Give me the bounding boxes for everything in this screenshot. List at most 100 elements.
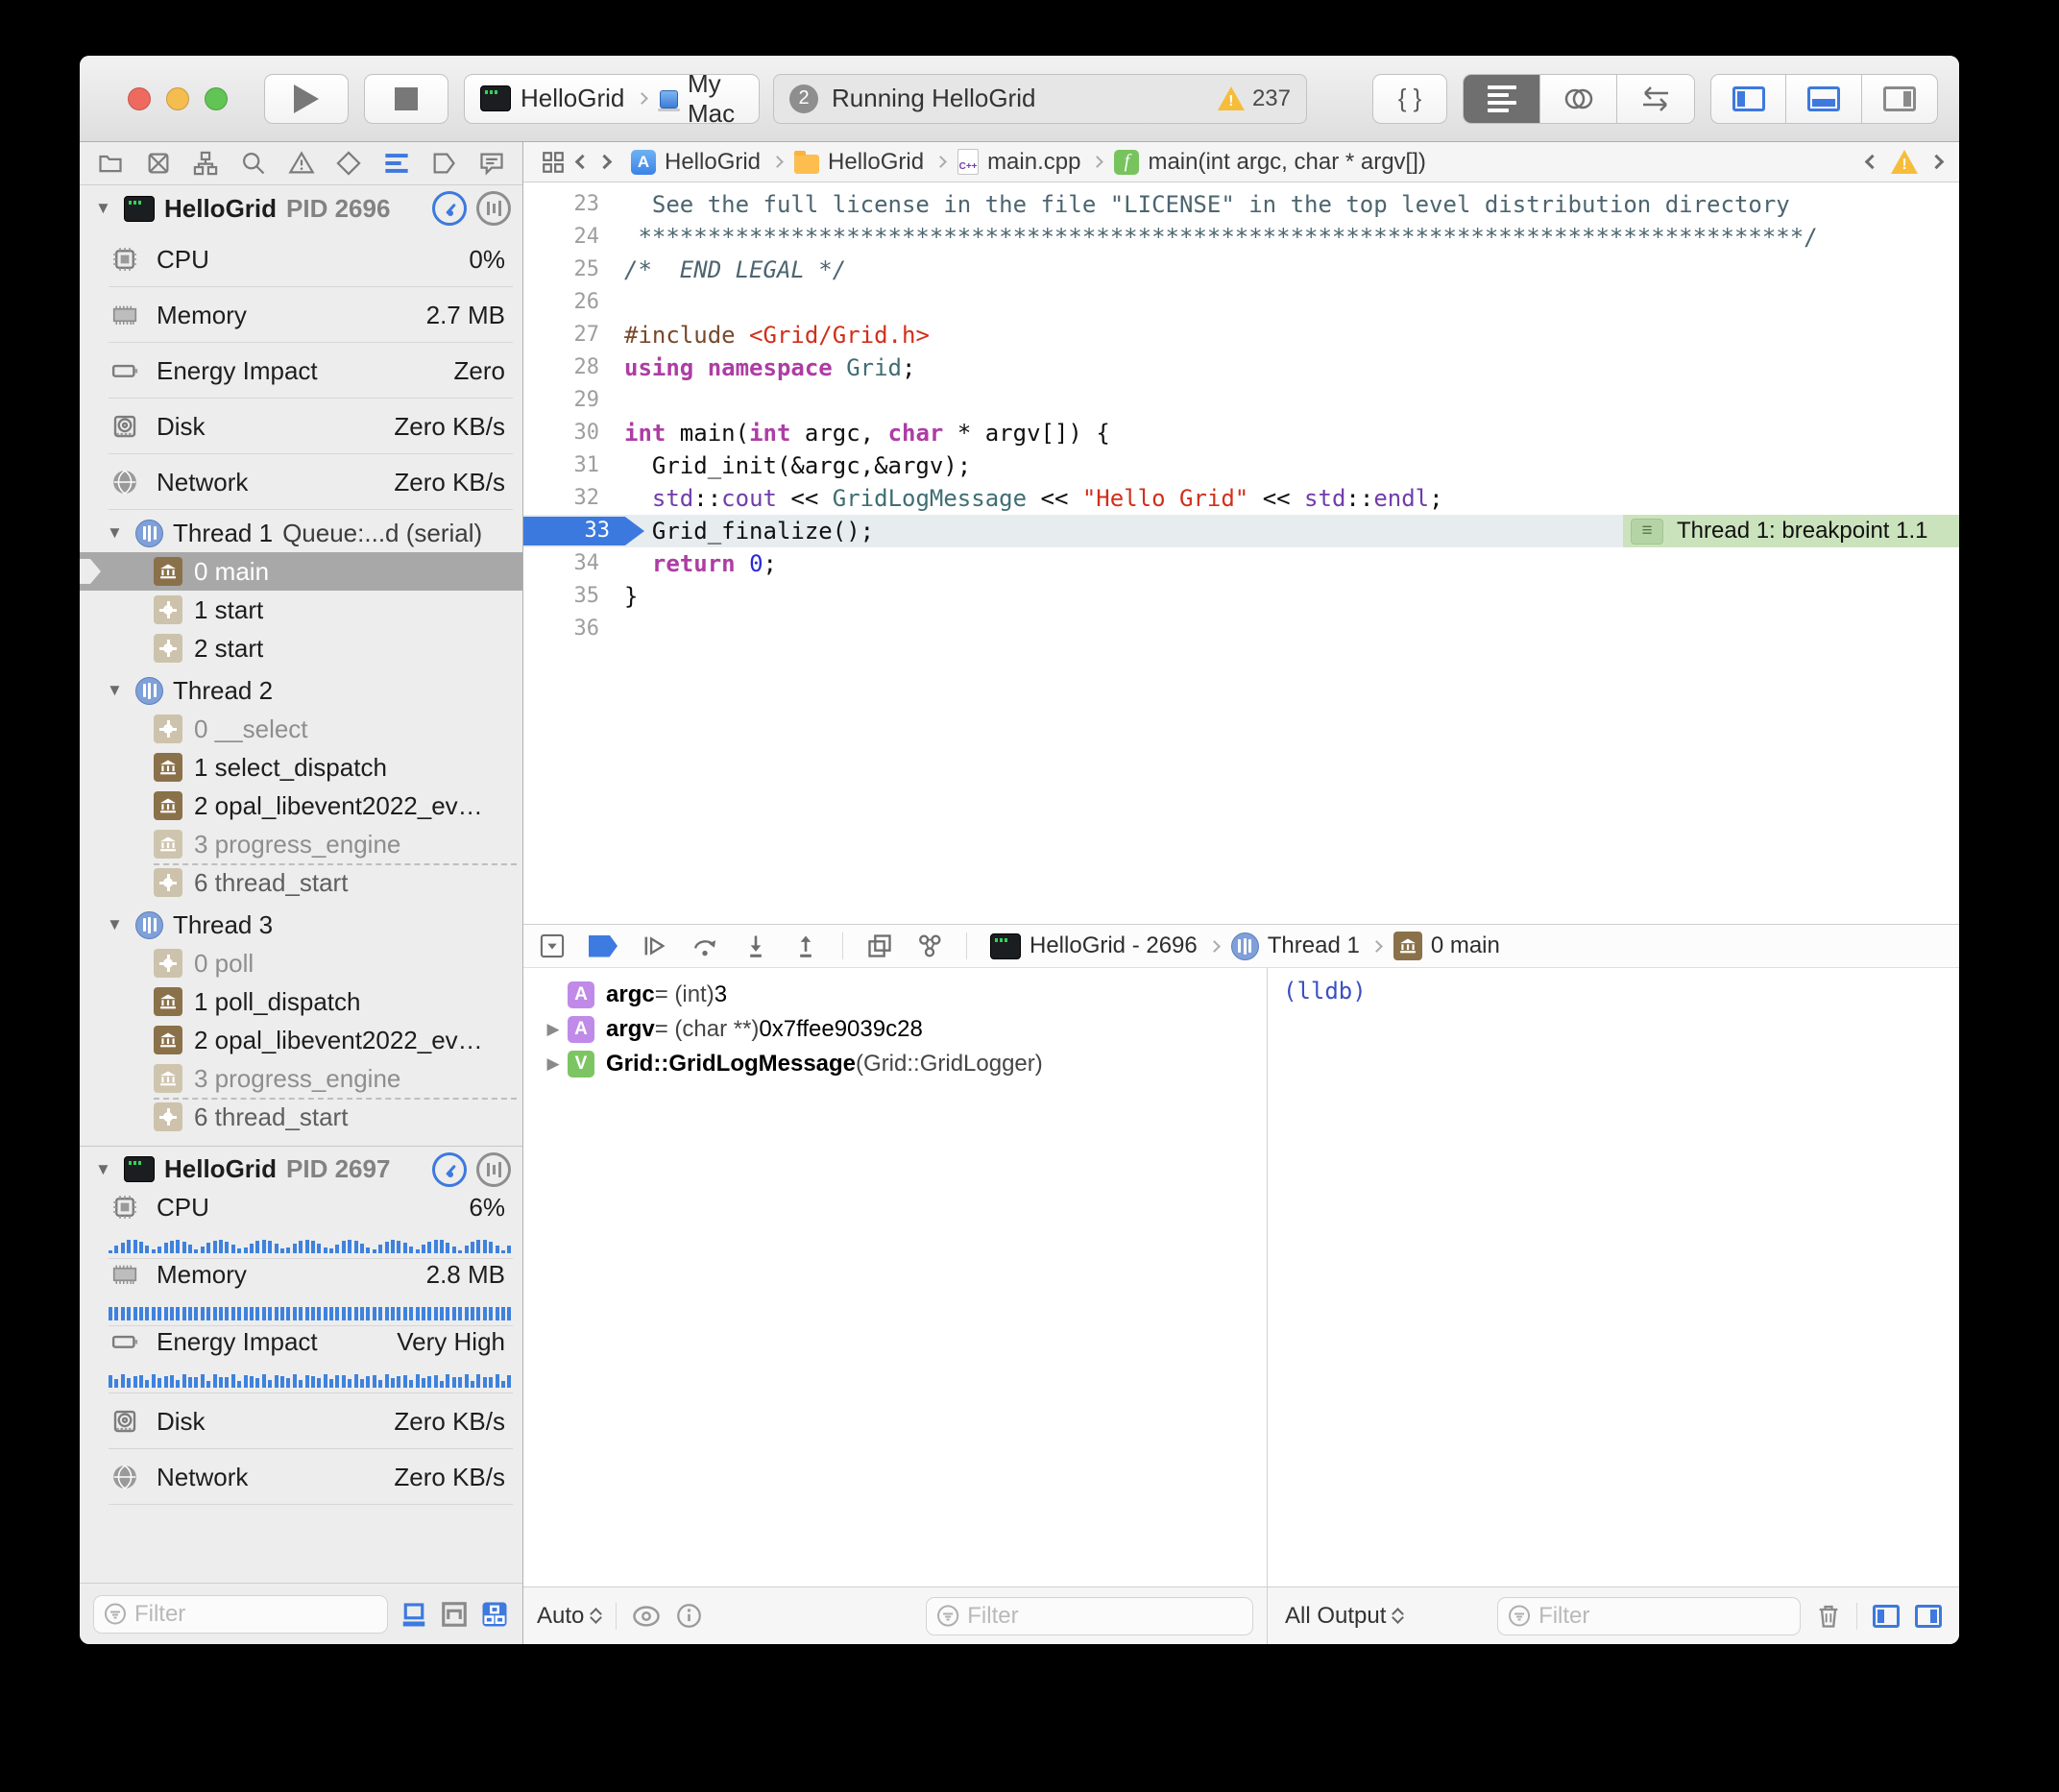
gauge-row-memory[interactable]: Memory2.7 MB: [80, 287, 522, 343]
code-line[interactable]: 25/* END LEGAL */: [523, 254, 1959, 286]
breadcrumb-item[interactable]: C++main.cpp: [957, 149, 1080, 176]
toggle-console-view-button[interactable]: [1915, 1605, 1942, 1628]
breakpoint-annotation[interactable]: ≡ Thread 1: breakpoint 1.1: [1623, 515, 1959, 547]
stack-frame-row[interactable]: 6 thread_start: [80, 1098, 522, 1136]
variables-filter-field[interactable]: [926, 1597, 1253, 1635]
stack-frame-row[interactable]: 2 opal_libevent2022_ev…: [80, 1021, 522, 1059]
navigator-tab-tests[interactable]: [333, 148, 364, 179]
filter-view-mode-toggle[interactable]: [480, 1600, 509, 1629]
console-output-popup[interactable]: All Output: [1285, 1603, 1402, 1630]
stop-button[interactable]: [364, 74, 448, 124]
gauge-row-cpu[interactable]: CPU6%: [80, 1192, 522, 1259]
gauge-row-energy-impact[interactable]: Energy ImpactZero: [80, 343, 522, 399]
go-back-button[interactable]: [575, 155, 591, 170]
toggle-debug-area-button[interactable]: [1786, 74, 1862, 124]
code-line[interactable]: 31 Grid_init(&argc,&argv);: [523, 449, 1959, 482]
thread-row[interactable]: ▼ Thread 3: [80, 906, 522, 944]
stack-frame-row[interactable]: 0 main: [80, 552, 522, 591]
activity-viewer[interactable]: 2 Running HelloGrid ! 237: [773, 74, 1307, 124]
threads-view-button[interactable]: [476, 191, 511, 226]
variable-row[interactable]: ▶ A argv = (char **) 0x7ffee9039c28: [523, 1012, 1267, 1047]
stack-frame-row[interactable]: 6 thread_start: [80, 863, 522, 902]
stack-frame-row[interactable]: 0 __select: [80, 710, 522, 748]
process-row[interactable]: ▼ HelloGrid PID 2697: [80, 1146, 522, 1192]
version-editor-button[interactable]: [1617, 75, 1694, 123]
stack-frame-row[interactable]: 3 progress_engine: [80, 1059, 522, 1098]
breadcrumb-item[interactable]: 0 main: [1393, 932, 1500, 960]
breadcrumb-item[interactable]: Thread 1: [1231, 932, 1360, 960]
standard-editor-button[interactable]: [1464, 75, 1540, 123]
stack-frame-row[interactable]: 1 start: [80, 591, 522, 629]
disclosure-triangle-icon[interactable]: ▶: [539, 1054, 568, 1074]
toggle-variables-view-button[interactable]: [1873, 1605, 1900, 1628]
disclosure-triangle-icon[interactable]: ▼: [95, 1160, 114, 1179]
threads-view-button[interactable]: [476, 1152, 511, 1187]
gauge-row-network[interactable]: NetworkZero KB/s: [80, 1449, 522, 1505]
process-row[interactable]: ▼ HelloGrid PID 2696: [80, 185, 522, 231]
navigator-tab-find[interactable]: [238, 148, 269, 179]
run-button[interactable]: [264, 74, 349, 124]
source-editor[interactable]: 23 See the full license in the file "LIC…: [523, 182, 1959, 924]
step-over-button[interactable]: [690, 932, 719, 959]
thread-row[interactable]: ▼ Thread 1 Queue:...d (serial): [80, 514, 522, 552]
stack-frame-row[interactable]: 2 start: [80, 629, 522, 667]
variables-scope-popup[interactable]: Auto: [537, 1603, 600, 1630]
annotation-menu-icon[interactable]: ≡: [1631, 519, 1663, 545]
toggle-navigator-button[interactable]: [1710, 74, 1786, 124]
code-line[interactable]: 23 See the full license in the file "LIC…: [523, 188, 1959, 221]
toggle-inspector-button[interactable]: [1862, 74, 1938, 124]
breadcrumb-item[interactable]: fmain(int argc, char * argv[]): [1114, 149, 1425, 176]
breadcrumb-item[interactable]: HelloGrid - 2696: [990, 932, 1198, 959]
code-line[interactable]: 32 std::cout << GridLogMessage << "Hello…: [523, 482, 1959, 515]
code-line[interactable]: 24 *************************************…: [523, 221, 1959, 254]
disclosure-triangle-icon[interactable]: ▼: [107, 523, 126, 543]
gauge-profile-button[interactable]: [432, 1152, 467, 1187]
disclosure-triangle-icon[interactable]: ▼: [107, 681, 126, 700]
scheme-selector[interactable]: HelloGrid My Mac: [464, 74, 760, 124]
hide-debug-area-button[interactable]: [539, 932, 566, 959]
code-line[interactable]: 28using namespace Grid;: [523, 351, 1959, 384]
console-view[interactable]: (lldb): [1268, 968, 1959, 1586]
breakpoints-toggle-button[interactable]: [589, 935, 618, 957]
issue-warning-icon[interactable]: !: [1891, 150, 1918, 174]
code-line[interactable]: 36: [523, 613, 1959, 645]
navigator-tab-source-control[interactable]: [143, 148, 174, 179]
memory-graph-button[interactable]: [916, 932, 943, 959]
navigator-filter-field[interactable]: [93, 1595, 388, 1634]
stack-frame-row[interactable]: 1 poll_dispatch: [80, 982, 522, 1021]
navigator-tab-breakpoints[interactable]: [428, 148, 459, 179]
quick-look-button[interactable]: [632, 1605, 661, 1628]
breadcrumb-item[interactable]: HelloGrid: [794, 149, 924, 176]
breakpoint-badge[interactable]: 33: [523, 517, 644, 545]
filter-running-toggle[interactable]: [400, 1600, 428, 1629]
info-button[interactable]: [676, 1603, 702, 1629]
step-into-button[interactable]: [742, 932, 769, 959]
navigator-tab-symbols[interactable]: [190, 148, 221, 179]
code-review-button[interactable]: { }: [1372, 74, 1447, 124]
disclosure-triangle-icon[interactable]: ▶: [539, 1020, 568, 1039]
assistant-editor-button[interactable]: [1540, 75, 1617, 123]
go-forward-button[interactable]: [597, 155, 613, 170]
variable-row[interactable]: ▶ V Grid::GridLogMessage (Grid::GridLogg…: [523, 1047, 1267, 1081]
related-items-icon[interactable]: [541, 150, 566, 175]
disclosure-triangle-icon[interactable]: ▼: [95, 199, 114, 218]
variables-view[interactable]: A argc = (int) 3 ▶ A argv = (char **) 0x…: [523, 968, 1268, 1586]
gauge-profile-button[interactable]: [432, 191, 467, 226]
code-line[interactable]: 34 return 0;: [523, 547, 1959, 580]
code-line[interactable]: 35}: [523, 580, 1959, 613]
console-filter-input[interactable]: [1538, 1603, 1790, 1630]
navigator-tab-issues[interactable]: [286, 148, 317, 179]
navigator-filter-input[interactable]: [134, 1601, 377, 1628]
zoom-window-button[interactable]: [205, 87, 228, 110]
code-line[interactable]: 27#include <Grid/Grid.h>: [523, 319, 1959, 351]
continue-button[interactable]: [641, 932, 667, 959]
navigator-tab-reports[interactable]: [476, 148, 507, 179]
breadcrumb-item[interactable]: AHelloGrid: [631, 149, 761, 176]
gauge-row-disk[interactable]: DiskZero KB/s: [80, 1393, 522, 1449]
step-out-button[interactable]: [792, 932, 819, 959]
navigator-tab-debug[interactable]: [381, 148, 412, 179]
gauge-row-network[interactable]: NetworkZero KB/s: [80, 454, 522, 510]
code-line[interactable]: 26: [523, 286, 1959, 319]
gauge-row-memory[interactable]: Memory2.8 MB: [80, 1259, 522, 1326]
code-line[interactable]: 30int main(int argc, char * argv[]) {: [523, 417, 1959, 449]
